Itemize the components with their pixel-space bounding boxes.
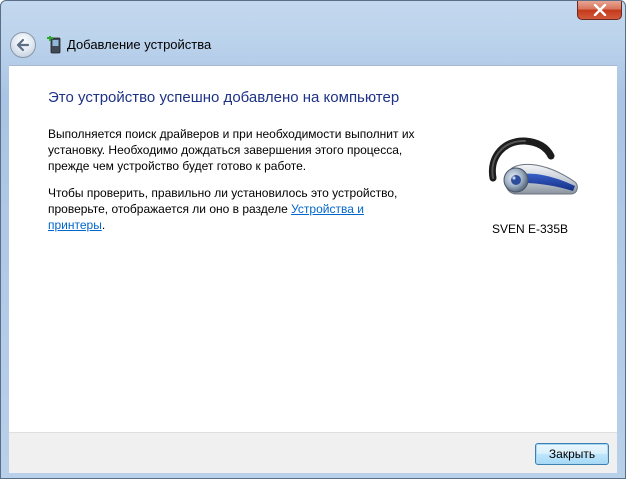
- window-close-button[interactable]: [577, 1, 622, 20]
- page-heading: Это устройство успешно добавлено на комп…: [48, 89, 400, 106]
- close-icon: [593, 4, 606, 16]
- verify-text-suffix: .: [101, 218, 106, 232]
- back-button[interactable]: [10, 32, 36, 58]
- dialog-window: Добавление устройства Это устройство усп…: [0, 0, 626, 479]
- window-title: Добавление устройства: [67, 37, 212, 52]
- back-arrow-icon: [16, 38, 30, 52]
- device-name: SVEN E-335B: [491, 222, 569, 236]
- dialog-footer: Закрыть: [9, 432, 617, 473]
- close-button[interactable]: Закрыть: [535, 443, 609, 465]
- content-area: Это устройство успешно добавлено на комп…: [9, 65, 617, 433]
- bluetooth-headset-icon: [488, 137, 578, 195]
- add-device-icon: [47, 36, 61, 54]
- driver-search-text: Выполняется поиск драйверов и при необхо…: [48, 127, 415, 173]
- verify-instructions-text: Чтобы проверить, правильно ли установило…: [48, 185, 418, 233]
